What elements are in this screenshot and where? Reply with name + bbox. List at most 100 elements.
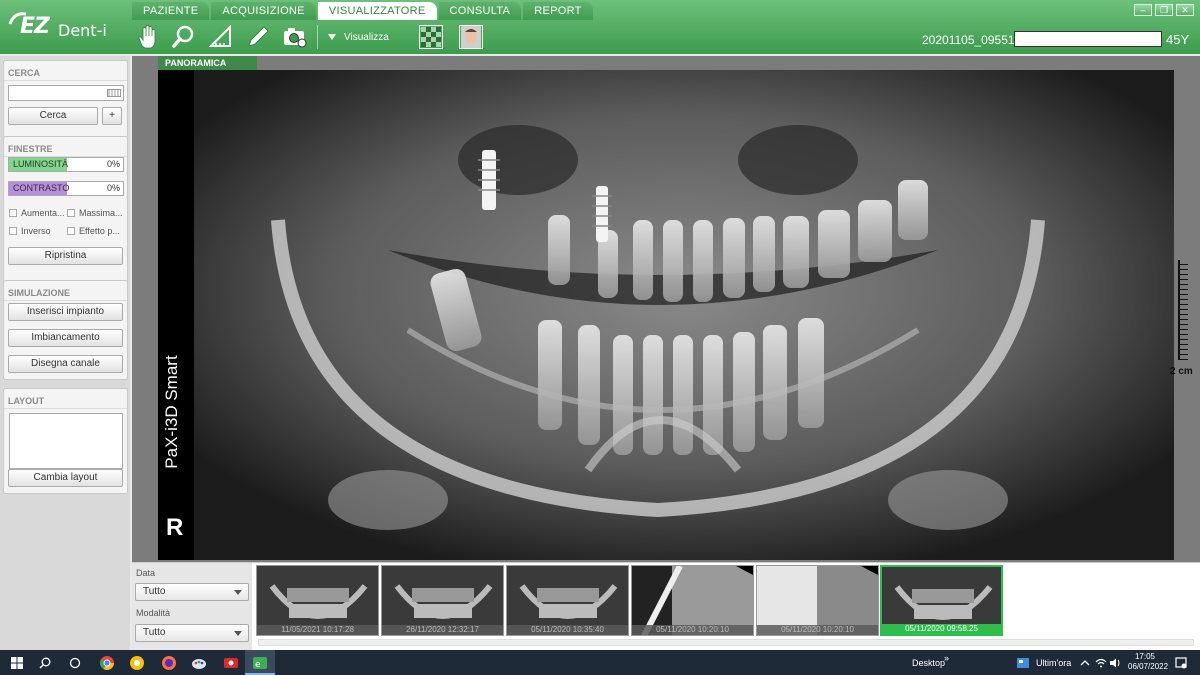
thumbnail-caption: 26/11/2020 12:32:17 bbox=[382, 625, 503, 635]
hand-icon bbox=[138, 25, 156, 49]
insert-implant-button[interactable]: Inserisci impianto bbox=[8, 303, 123, 321]
change-layout-button[interactable]: Cambia layout bbox=[8, 469, 123, 487]
thumbnail-3[interactable]: 05/11/2020 10:35:40 bbox=[506, 565, 629, 636]
checkbox-box bbox=[67, 209, 75, 217]
desktop-chevron[interactable]: » bbox=[944, 653, 949, 663]
thumbnail-5[interactable]: 05/11/2020 10:20:10 bbox=[756, 565, 879, 636]
svg-text:e: e bbox=[255, 660, 261, 670]
recorder-taskbar-button[interactable] bbox=[222, 654, 240, 672]
thumbnail-2[interactable]: 26/11/2020 12:32:17 bbox=[381, 565, 504, 636]
modality-filter-label: Modalità bbox=[136, 608, 171, 618]
toolbar: Visualizza bbox=[132, 22, 483, 52]
thumbnail-4[interactable]: 05/11/2020 10:20:10 bbox=[631, 565, 754, 636]
windows-start-button[interactable] bbox=[8, 654, 26, 672]
patient-age: 45Y bbox=[1166, 32, 1190, 47]
capture-tool-button[interactable] bbox=[280, 23, 310, 51]
date-filter-select[interactable]: Tutto bbox=[135, 583, 249, 601]
toolbar-separator bbox=[317, 25, 318, 49]
thumbnail-caption: 11/05/2021 10:17:28 bbox=[257, 625, 378, 635]
modality-filter-select[interactable]: Tutto bbox=[135, 624, 249, 642]
logo-dent: Dent-i bbox=[58, 21, 107, 40]
effect-checkbox[interactable]: Effetto p... bbox=[67, 226, 120, 236]
notifications-button[interactable] bbox=[1172, 654, 1190, 672]
news-icon bbox=[1017, 658, 1029, 668]
close-button[interactable]: ✕ bbox=[1176, 4, 1194, 16]
clock-time: 17:05 bbox=[1134, 652, 1156, 661]
firefox-taskbar-button[interactable] bbox=[160, 654, 178, 672]
chrome-canary-taskbar-button[interactable] bbox=[128, 654, 146, 672]
checkbox-box bbox=[9, 227, 17, 235]
thumbnail-1[interactable]: 11/05/2021 10:17:28 bbox=[256, 565, 379, 636]
windows-logo-icon bbox=[11, 657, 23, 669]
tab-consulta[interactable]: CONSULTA bbox=[438, 2, 522, 20]
simulation-section: SIMULAZIONE Inserisci impianto Imbiancam… bbox=[3, 280, 128, 380]
panoramic-xray-image[interactable]: PaX-i3D Smart R bbox=[158, 70, 1174, 560]
chrome-canary-icon bbox=[130, 656, 144, 670]
mask-tool-button[interactable] bbox=[418, 25, 443, 49]
tab-acquisizione[interactable]: ACQUISIZIONE bbox=[211, 2, 316, 20]
video-recorder-icon bbox=[224, 658, 238, 668]
tab-paziente[interactable]: PAZIENTE bbox=[132, 2, 210, 20]
tab-report[interactable]: REPORT bbox=[523, 2, 593, 20]
paint-taskbar-button[interactable] bbox=[190, 654, 208, 672]
desktop-toolbar-label[interactable]: Desktop bbox=[912, 658, 945, 668]
enhance-label: Aumenta... bbox=[21, 208, 65, 218]
app-logo: EZ Dent-i bbox=[8, 10, 126, 46]
panoramic-tab[interactable]: PANORAMICA bbox=[158, 56, 257, 70]
news-widget-button[interactable] bbox=[1014, 654, 1032, 672]
checker-mask-icon bbox=[420, 27, 441, 47]
draw-canal-button[interactable]: Disegna canale bbox=[8, 355, 123, 373]
thumbnail-6-selected[interactable]: 05/11/2020 09:58:25 bbox=[880, 565, 1003, 636]
ezdent-taskbar-button[interactable]: e bbox=[251, 654, 269, 672]
enhance-checkbox[interactable]: Aumenta... bbox=[9, 208, 65, 218]
contrast-slider[interactable]: CONTRASTO 0% bbox=[8, 181, 124, 196]
thumbnail-strip: Data Tutto Modalità Tutto 11/05/2021 10:… bbox=[132, 562, 1200, 651]
invert-label: Inverso bbox=[21, 226, 51, 236]
invert-checkbox[interactable]: Inverso bbox=[9, 226, 51, 236]
tab-visualizzatore[interactable]: VISUALIZZATORE bbox=[317, 2, 437, 20]
pencil-icon bbox=[248, 26, 269, 47]
hand-tool-button[interactable] bbox=[132, 23, 162, 51]
thumbnail-caption: 05/11/2020 09:58:25 bbox=[882, 624, 1001, 634]
search-button[interactable]: Cerca bbox=[8, 107, 98, 125]
date-filter-label: Data bbox=[136, 568, 156, 578]
search-section-title: CERCA bbox=[4, 61, 127, 81]
keyboard-icon[interactable] bbox=[107, 89, 121, 97]
contrast-label: CONTRASTO bbox=[13, 183, 70, 193]
image-viewer[interactable]: PANORAMICA PaX-i3D Smart R 2 cm bbox=[132, 56, 1200, 562]
search-section: CERCA Cerca + bbox=[3, 60, 128, 138]
chrome-taskbar-button[interactable] bbox=[98, 654, 116, 672]
add-search-button[interactable]: + bbox=[102, 107, 122, 125]
app-header: EZ Dent-i PAZIENTE ACQUISIZIONE VISUALIZ… bbox=[0, 0, 1200, 54]
magnifier-icon bbox=[172, 25, 194, 48]
chevron-down-icon bbox=[328, 34, 336, 40]
maximize-label: Massima... bbox=[79, 208, 123, 218]
volume-button[interactable] bbox=[1106, 654, 1124, 672]
view-dropdown[interactable]: Visualizza bbox=[328, 32, 389, 43]
draw-tool-button[interactable] bbox=[243, 23, 273, 51]
brightness-value: 0% bbox=[106, 159, 120, 169]
minimize-button[interactable]: – bbox=[1134, 4, 1152, 16]
ezdent-app-icon: e bbox=[253, 657, 267, 670]
restore-button[interactable]: ❐ bbox=[1155, 4, 1173, 16]
chevron-down-icon bbox=[234, 631, 242, 636]
patient-photo-button[interactable] bbox=[458, 25, 483, 49]
thumbnail-scrollbar[interactable] bbox=[258, 639, 1194, 646]
zoom-tool-button[interactable] bbox=[169, 23, 199, 51]
layout-section: LAYOUT Cambia layout bbox=[3, 388, 128, 494]
reset-button[interactable]: Ripristina bbox=[8, 247, 123, 265]
thumbnail-caption: 05/11/2020 10:20:10 bbox=[632, 625, 753, 635]
layout-preview[interactable] bbox=[9, 413, 123, 469]
clock[interactable]: 17:05 06/07/2022 bbox=[1128, 652, 1168, 672]
chevron-up-icon bbox=[1080, 660, 1090, 666]
search-button[interactable] bbox=[36, 654, 54, 672]
measure-tool-button[interactable] bbox=[206, 23, 236, 51]
whitening-button[interactable]: Imbiancamento bbox=[8, 329, 123, 347]
brightness-slider[interactable]: LUMINOSITÀ 0% bbox=[8, 157, 124, 172]
task-view-button[interactable] bbox=[66, 654, 84, 672]
ruler-icon bbox=[208, 24, 231, 47]
maximize-checkbox[interactable]: Massima... bbox=[67, 208, 123, 218]
news-widget-label[interactable]: Ultim'ora bbox=[1036, 658, 1071, 668]
checkbox-box bbox=[9, 209, 17, 217]
scale-label: 2 cm bbox=[1170, 366, 1193, 377]
